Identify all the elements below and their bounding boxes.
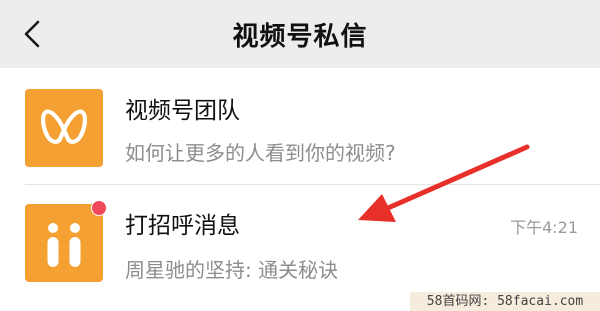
avatar <box>25 204 103 282</box>
conversation-item-channels-team[interactable]: 视频号团队 如何让更多的人看到你的视频? <box>0 68 600 184</box>
page-title: 视频号私信 <box>232 22 368 52</box>
people-pair-icon <box>47 223 81 267</box>
channels-logo-icon <box>41 109 87 144</box>
avatar <box>25 89 103 167</box>
conversation-name: 打招呼消息 <box>125 213 240 239</box>
unread-badge <box>91 200 107 216</box>
conversation-name: 视频号团队 <box>125 98 240 124</box>
message-time: 下午4:21 <box>510 218 578 237</box>
conversation-list: 视频号团队 如何让更多的人看到你的视频? 打招呼消息 周星驰的坚持: 通关秘诀 … <box>0 68 600 311</box>
watermark: 58首码网: 58facai.com <box>410 292 600 311</box>
message-preview: 如何让更多的人看到你的视频? <box>125 141 396 165</box>
navigation-bar: 视频号私信 <box>0 0 600 68</box>
message-preview: 周星驰的坚持: 通关秘诀 <box>125 258 339 282</box>
